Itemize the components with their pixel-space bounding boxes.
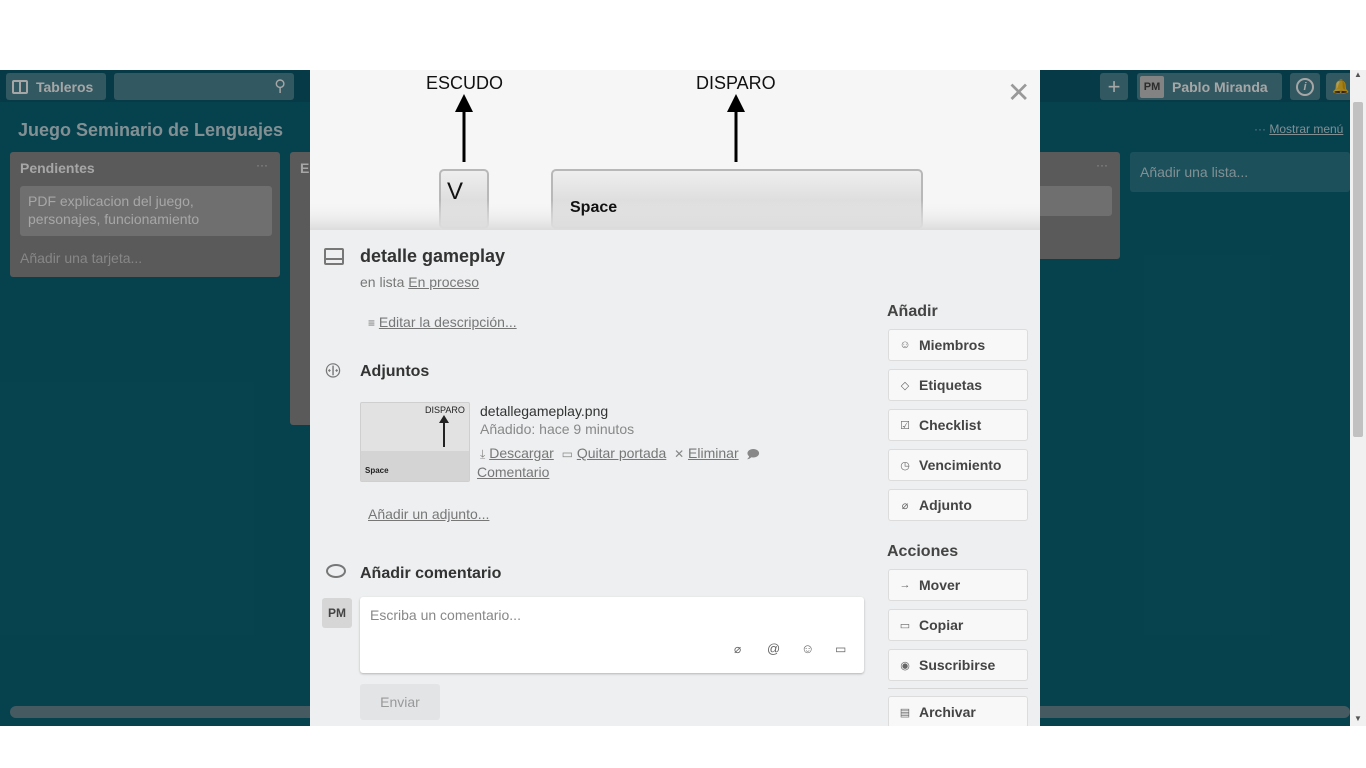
remove-cover-link[interactable]: Quitar portada xyxy=(577,445,667,461)
list-link[interactable]: En proceso xyxy=(408,274,479,290)
card-icon xyxy=(324,248,344,265)
close-icon[interactable]: ✕ xyxy=(1007,76,1030,109)
card-list-info: en lista En proceso xyxy=(360,274,479,290)
actions-heading: Acciones xyxy=(887,543,959,560)
attachment-added: Añadido: hace 9 minutos xyxy=(480,421,635,437)
thumb-label-space: Space xyxy=(365,466,389,475)
card-title[interactable]: detalle gameplay xyxy=(360,246,505,267)
tag-icon: ◇ xyxy=(900,379,910,392)
edit-description-label: Editar la descripción... xyxy=(378,314,517,330)
cover-key-space: Space xyxy=(570,199,618,216)
attachment-filename[interactable]: detallegameplay.png xyxy=(480,403,608,419)
scroll-up-icon[interactable]: ▲ xyxy=(1354,70,1362,79)
vertical-scrollbar[interactable]: ▲ ▼ xyxy=(1350,70,1366,726)
comment-box[interactable]: Escriba un comentario... ⌀ @ ☺ ▭ xyxy=(360,597,864,673)
divider xyxy=(888,688,1028,689)
cover-key-v: V xyxy=(447,178,464,205)
checkbox-icon: ☑ xyxy=(900,419,910,432)
move-button[interactable]: → Mover xyxy=(888,569,1028,601)
comment-input[interactable]: Escriba un comentario... xyxy=(370,607,521,623)
comment-avatar: PM xyxy=(322,598,352,628)
delete-link[interactable]: Eliminar xyxy=(688,445,739,461)
archive-button[interactable]: ▤ Archivar xyxy=(888,696,1028,726)
cover-label-shoot: DISPARO xyxy=(696,73,776,93)
comment-link[interactable]: Comentario xyxy=(477,464,549,480)
send-button[interactable]: Enviar xyxy=(360,684,440,720)
arrow-right-icon: → xyxy=(899,579,911,591)
checklist-label: Checklist xyxy=(919,417,982,433)
attachment-icon[interactable]: ⌀ xyxy=(734,642,741,656)
due-date-label: Vencimiento xyxy=(919,457,1002,473)
edit-description-link[interactable]: ≡ Editar la descripción... xyxy=(368,314,517,330)
scrollbar-thumb[interactable] xyxy=(1353,102,1363,437)
card-detail-modal: ESCUDO DISPARO V Space ✕ detalle gamepla… xyxy=(310,70,1040,726)
checklist-button[interactable]: ☑ Checklist xyxy=(888,409,1028,441)
labels-button[interactable]: ◇ Etiquetas xyxy=(888,369,1028,401)
thumb-arrow-icon xyxy=(443,419,445,447)
paperclip-icon: ⦼ xyxy=(320,357,348,385)
attachment-thumbnail[interactable]: DISPARO Space xyxy=(360,402,470,482)
download-icon: ⤓ xyxy=(480,447,486,461)
members-label: Miembros xyxy=(919,337,986,353)
archive-icon: ▤ xyxy=(899,706,911,719)
cover-icon: ▭ xyxy=(561,447,573,461)
due-date-button[interactable]: ◷ Vencimiento xyxy=(888,449,1028,481)
add-attachment-link[interactable]: Añadir un adjunto... xyxy=(368,506,489,522)
comment-icon xyxy=(326,564,346,578)
members-button[interactable]: ☺ Miembros xyxy=(888,329,1028,361)
clock-icon: ◷ xyxy=(900,459,910,472)
copy-button[interactable]: ▭ Copiar xyxy=(888,609,1028,641)
eye-icon: ◉ xyxy=(900,659,910,672)
attachments-heading: Adjuntos xyxy=(360,363,430,380)
thumb-arrow-head-icon xyxy=(439,415,449,423)
paperclip-icon: ⌀ xyxy=(901,499,909,512)
in-list-prefix: en lista xyxy=(360,274,405,290)
mention-icon[interactable]: @ xyxy=(767,641,780,656)
cover-label-shield: ESCUDO xyxy=(426,73,504,93)
attachment-label: Adjunto xyxy=(919,497,972,513)
scroll-down-icon[interactable]: ▼ xyxy=(1354,714,1362,723)
add-heading: Añadir xyxy=(887,303,938,320)
description-icon: ≡ xyxy=(368,316,376,330)
emoji-icon[interactable]: ☺ xyxy=(801,641,814,656)
close-small-icon: ✕ xyxy=(674,447,685,461)
copy-label: Copiar xyxy=(919,617,964,633)
comment-heading: Añadir comentario xyxy=(360,565,502,582)
card-cover-image[interactable]: ESCUDO DISPARO V Space xyxy=(310,70,1040,230)
archive-label: Archivar xyxy=(919,704,976,720)
labels-label: Etiquetas xyxy=(919,377,983,393)
download-link[interactable]: Descargar xyxy=(489,445,554,461)
copy-icon: ▭ xyxy=(899,619,911,632)
move-label: Mover xyxy=(919,577,961,593)
cover-illustration xyxy=(310,94,1040,230)
subscribe-label: Suscribirse xyxy=(919,657,996,673)
app-frame: Tableros ⚲ + PM Pablo Miranda i 🔔 Juego … xyxy=(0,70,1366,726)
comment-small-icon: 🗩 xyxy=(746,447,760,461)
subscribe-button[interactable]: ◉ Suscribirse xyxy=(888,649,1028,681)
attachment-button[interactable]: ⌀ Adjunto xyxy=(888,489,1028,521)
attachment-actions: ⤓ Descargar ▭ Quitar portada ✕ Eliminar … xyxy=(477,444,810,481)
card-link-icon[interactable]: ▭ xyxy=(835,642,846,656)
thumb-label-shoot: DISPARO xyxy=(425,405,465,415)
person-icon: ☺ xyxy=(899,339,911,351)
